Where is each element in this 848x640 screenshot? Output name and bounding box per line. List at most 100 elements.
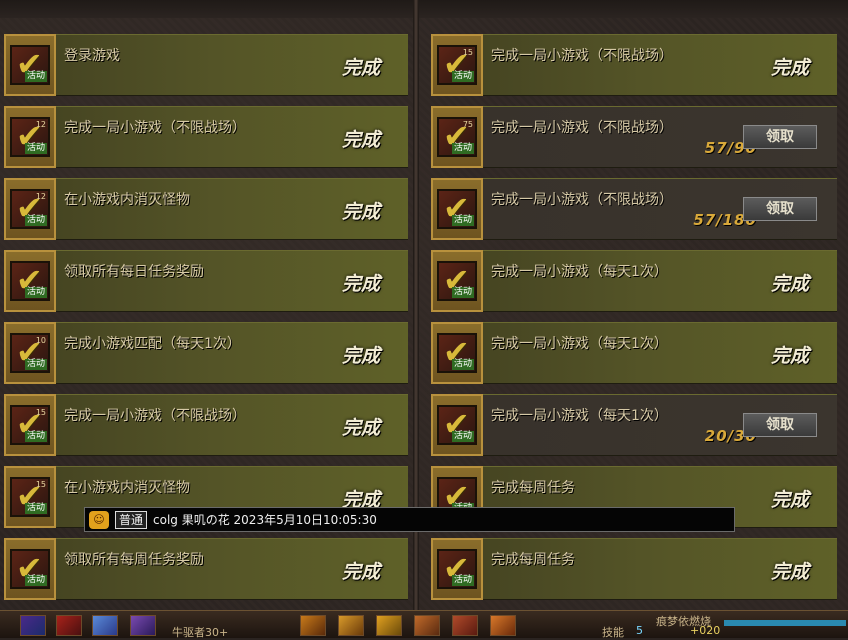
checkmark-icon: ✔ 75 活动	[437, 117, 477, 157]
task-status: 完成	[770, 561, 809, 583]
icon-tag: 活动	[451, 431, 474, 442]
task-body: 完成每周任务完成	[483, 538, 837, 600]
skill-slot-5[interactable]	[300, 615, 326, 636]
skill-slot-1[interactable]	[20, 615, 46, 636]
icon-level: 12	[35, 120, 46, 129]
task-name: 完成每周任务	[491, 480, 575, 496]
skill-value: 5	[636, 624, 643, 637]
task-body: 领取所有每周任务奖励完成	[56, 538, 408, 600]
left-task-row: ✔ 12 活动 完成一局小游戏（不限战场） 完成	[4, 106, 408, 168]
checkmark-icon: ✔活动	[10, 45, 50, 85]
task-icon-frame: ✔活动	[4, 538, 56, 600]
icon-tag: 活动	[24, 431, 47, 442]
task-body: 在小游戏内消灭怪物完成	[56, 178, 408, 240]
task-name: 完成一局小游戏（不限战场）	[491, 120, 673, 136]
task-body: 完成一局小游戏（不限战场） 57/180 领取	[483, 178, 837, 240]
top-border	[0, 0, 848, 18]
task-body: 登录游戏完成	[56, 34, 408, 96]
task-status: 完成	[341, 129, 380, 151]
task-body: 完成一局小游戏（每天1次） 20/30 领取	[483, 394, 837, 456]
task-icon-frame: ✔ 12 活动	[4, 106, 56, 168]
checkmark-icon: ✔活动	[437, 549, 477, 589]
right-task-row: ✔ 活动 完成一局小游戏（每天1次） 完成	[431, 322, 837, 384]
task-icon-frame: ✔ 10 活动	[4, 322, 56, 384]
task-icon-frame: ✔活动	[4, 34, 56, 96]
icon-tag: 活动	[451, 143, 474, 154]
task-status: 完成	[770, 345, 809, 367]
skill-slot-8[interactable]	[414, 615, 440, 636]
task-name: 登录游戏	[64, 48, 120, 64]
task-name: 在小游戏内消灭怪物	[64, 480, 190, 496]
checkmark-icon: ✔活动	[437, 189, 477, 229]
task-name: 领取所有每日任务奖励	[64, 264, 204, 280]
skill-slot-2[interactable]	[56, 615, 82, 636]
task-icon-frame: ✔ 75 活动	[431, 106, 483, 168]
icon-level: 15	[35, 480, 46, 489]
mp-bar	[724, 620, 846, 626]
icon-tag: 活动	[24, 503, 47, 514]
chat-channel-label[interactable]: 普通	[115, 510, 148, 529]
checkmark-icon: ✔ 12 活动	[10, 117, 50, 157]
task-body: 完成一局小游戏（每天1次） 完成	[483, 250, 837, 312]
bottom-left-text: 牛驱者30+	[172, 626, 229, 639]
icon-tag: 活动	[24, 287, 47, 298]
chat-message-bar[interactable]: ☺ 普通 colg 果叽の花 2023年5月10日10:05:30	[84, 507, 735, 532]
left-task-row: ✔ 活动 领取所有每周任务奖励完成	[4, 538, 408, 600]
right-task-row: ✔ 活动 完成一局小游戏（每天1次） 20/30 领取	[431, 394, 837, 456]
emoji-icon[interactable]: ☺	[89, 510, 109, 529]
checkmark-icon: ✔活动	[437, 405, 477, 445]
icon-level: 75	[462, 120, 473, 129]
icon-level: 15	[462, 48, 473, 57]
task-name: 完成每周任务	[491, 552, 575, 568]
task-name: 完成小游戏匹配（每天1次）	[64, 336, 241, 352]
task-status: 完成	[770, 489, 809, 511]
left-task-row: ✔ 10 活动 完成小游戏匹配（每天1次） 完成	[4, 322, 408, 384]
task-icon-frame: ✔活动	[431, 250, 483, 312]
task-status: 完成	[341, 201, 380, 223]
right-task-row: ✔活动完成每周任务完成	[431, 538, 837, 600]
gold-amount: +020	[690, 624, 721, 637]
task-name: 领取所有每周任务奖励	[64, 552, 204, 568]
right-task-row: ✔ 75 活动 完成一局小游戏（不限战场） 57/90 领取	[431, 106, 837, 168]
task-status: 完成	[341, 345, 380, 367]
left-task-row: ✔ 活动 登录游戏完成	[4, 34, 408, 96]
task-icon-frame: ✔活动	[4, 250, 56, 312]
task-name: 在小游戏内消灭怪物	[64, 192, 190, 208]
skill-slot-4[interactable]	[130, 615, 156, 636]
skill-slot-6[interactable]	[338, 615, 364, 636]
task-icon-frame: ✔ 15 活动	[4, 466, 56, 528]
skill-slot-3[interactable]	[92, 615, 118, 636]
left-task-row: ✔ 12 活动 在小游戏内消灭怪物 完成	[4, 178, 408, 240]
claim-button[interactable]: 领取	[743, 197, 817, 221]
icon-tag: 活动	[24, 71, 47, 82]
icon-tag: 活动	[451, 359, 474, 370]
icon-tag: 活动	[451, 71, 474, 82]
icon-tag: 活动	[24, 143, 47, 154]
icon-level: 15	[35, 408, 46, 417]
skill-slot-9[interactable]	[452, 615, 478, 636]
skill-slot-10[interactable]	[490, 615, 516, 636]
task-icon-frame: ✔ 12 活动	[4, 178, 56, 240]
icon-level: 12	[35, 192, 46, 201]
task-body: 完成一局小游戏（每天1次） 完成	[483, 322, 837, 384]
task-body: 完成一局小游戏（不限战场） 57/90 领取	[483, 106, 837, 168]
task-status: 完成	[341, 417, 380, 439]
task-body: 完成一局小游戏（不限战场） 完成	[56, 394, 408, 456]
icon-tag: 活动	[24, 575, 47, 586]
claim-button[interactable]: 领取	[743, 125, 817, 149]
checkmark-icon: ✔活动	[10, 261, 50, 301]
checkmark-icon: ✔活动	[10, 549, 50, 589]
right-task-row: ✔ 活动 完成一局小游戏（每天1次） 完成	[431, 250, 837, 312]
icon-tag: 活动	[24, 215, 47, 226]
skill-slot-7[interactable]	[376, 615, 402, 636]
checkmark-icon: ✔活动	[437, 261, 477, 301]
task-icon-frame: ✔活动	[431, 538, 483, 600]
task-status: 完成	[770, 57, 809, 79]
task-status: 完成	[341, 57, 380, 79]
icon-tag: 活动	[451, 287, 474, 298]
left-task-row: ✔ 15 活动 完成一局小游戏（不限战场） 完成	[4, 394, 408, 456]
task-status: 完成	[341, 561, 380, 583]
claim-button[interactable]: 领取	[743, 413, 817, 437]
task-body: 完成小游戏匹配（每天1次） 完成	[56, 322, 408, 384]
checkmark-icon: ✔ 15 活动	[437, 45, 477, 85]
